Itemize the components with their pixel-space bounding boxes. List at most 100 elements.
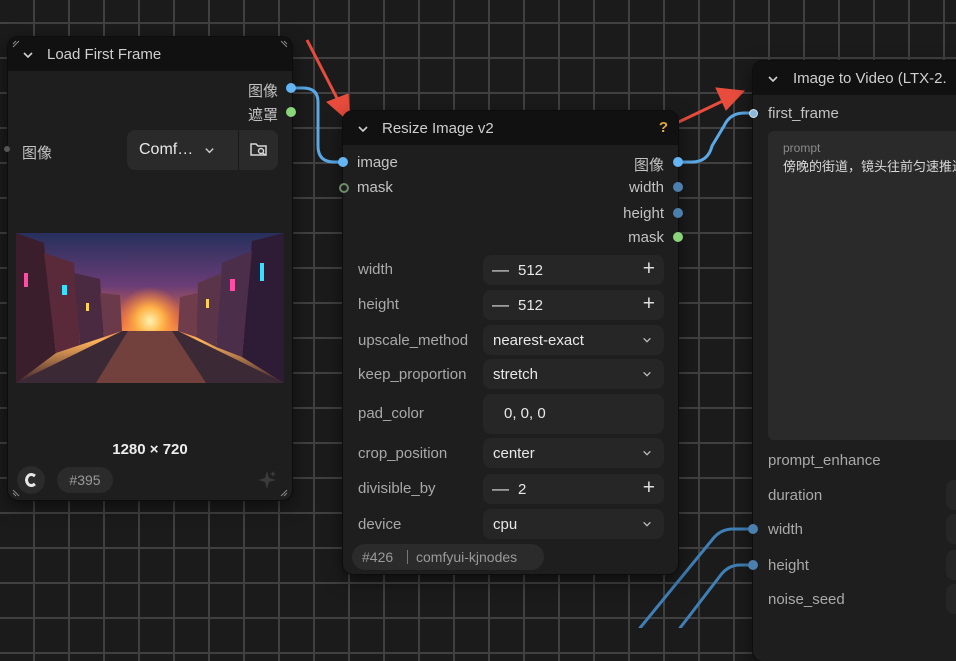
divisible-by-number-input[interactable]: — 2 + bbox=[483, 474, 664, 504]
resize-image-node[interactable]: Resize Image v2 ? image mask 图像 width he… bbox=[338, 111, 683, 574]
height-input[interactable] bbox=[946, 550, 956, 580]
resize-corner-icon[interactable] bbox=[12, 40, 20, 48]
preview-image bbox=[16, 233, 284, 383]
device-label: device bbox=[358, 516, 402, 533]
node-package: comfyui-kjnodes bbox=[416, 549, 518, 565]
output-label-mask: 遮罩 bbox=[247, 107, 278, 124]
input-socket-mask[interactable] bbox=[339, 183, 349, 193]
resize-corner-icon[interactable] bbox=[280, 40, 288, 48]
link-resize-to-video bbox=[677, 111, 755, 164]
pad-color-value: 0, 0, 0 bbox=[504, 405, 546, 422]
output-label-image: 图像 bbox=[633, 157, 664, 174]
prompt-enhance-label: prompt_enhance bbox=[768, 452, 881, 469]
output-socket-mask[interactable] bbox=[673, 232, 683, 242]
image-combo[interactable]: Comf… bbox=[127, 130, 278, 170]
collapse-chevron-icon[interactable] bbox=[357, 123, 369, 135]
node-id: #426 bbox=[362, 549, 394, 565]
crop-position-value: center bbox=[493, 445, 535, 462]
keep-proportion-value: stretch bbox=[493, 366, 539, 383]
input-socket-image[interactable] bbox=[338, 157, 348, 167]
input-socket-first-frame[interactable] bbox=[749, 109, 758, 118]
node-title: Image to Video (LTX-2. bbox=[793, 70, 947, 87]
noise-seed-input[interactable] bbox=[946, 584, 956, 614]
prompt-label: prompt bbox=[783, 141, 821, 155]
chevron-down-icon bbox=[643, 450, 651, 456]
decrement-icon[interactable]: — bbox=[492, 260, 509, 280]
output-socket-image[interactable] bbox=[673, 157, 683, 167]
prompt-text: 傍晚的街道，镜头往前匀速推进 bbox=[783, 159, 956, 174]
collapse-chevron-icon[interactable] bbox=[22, 49, 34, 61]
node-title: Resize Image v2 bbox=[382, 120, 494, 137]
chevron-down-icon bbox=[643, 521, 651, 527]
link-height-in bbox=[678, 563, 754, 628]
output-socket-height[interactable] bbox=[673, 208, 683, 218]
output-label-height: height bbox=[623, 205, 664, 222]
comfy-logo-icon[interactable] bbox=[17, 466, 45, 494]
output-label-width: width bbox=[628, 179, 664, 196]
keep-proportion-select[interactable]: stretch bbox=[483, 359, 664, 389]
node-title: Load First Frame bbox=[47, 46, 162, 63]
badge-divider bbox=[407, 550, 408, 564]
pad-color-label: pad_color bbox=[358, 405, 424, 422]
sparkle-icon[interactable] bbox=[256, 469, 278, 491]
image-size-label: 1280 × 720 bbox=[112, 441, 188, 458]
upscale-method-select[interactable]: nearest-exact bbox=[483, 325, 664, 355]
increment-icon[interactable]: + bbox=[643, 257, 655, 281]
duration-input[interactable] bbox=[946, 480, 956, 510]
upscale-method-label: upscale_method bbox=[358, 332, 469, 349]
crop-position-label: crop_position bbox=[358, 445, 448, 462]
node-header[interactable]: Load First Frame bbox=[8, 37, 292, 71]
duration-label: duration bbox=[768, 487, 823, 504]
width-number-input[interactable]: — 512 + bbox=[483, 255, 664, 285]
chevron-down-icon bbox=[643, 337, 651, 343]
width-input[interactable] bbox=[946, 514, 956, 544]
device-select[interactable]: cpu bbox=[483, 509, 664, 539]
decrement-icon[interactable]: — bbox=[492, 479, 509, 499]
input-label-mask: mask bbox=[357, 179, 393, 196]
upscale-method-value: nearest-exact bbox=[493, 332, 584, 349]
resize-corner-icon[interactable] bbox=[280, 489, 288, 497]
noise-seed-label: noise_seed bbox=[768, 591, 845, 608]
load-first-frame-node[interactable]: Load First Frame 图像 遮罩 图像 Comf… 1280 × 7… bbox=[4, 37, 296, 500]
prompt-textarea[interactable]: prompt 傍晚的街道，镜头往前匀速推进 bbox=[768, 131, 956, 440]
output-label-mask: mask bbox=[628, 229, 664, 246]
decrement-icon[interactable]: — bbox=[492, 295, 509, 315]
input-label-first-frame: first_frame bbox=[768, 105, 839, 122]
input-label-image: image bbox=[357, 154, 398, 171]
output-label-image: 图像 bbox=[247, 83, 278, 100]
input-socket-height[interactable] bbox=[748, 560, 758, 570]
height-label: height bbox=[768, 557, 809, 574]
keep-proportion-label: keep_proportion bbox=[358, 366, 467, 383]
chevron-down-icon bbox=[643, 371, 651, 377]
width-label: width bbox=[768, 521, 804, 538]
increment-icon[interactable]: + bbox=[643, 476, 655, 500]
image-to-video-node[interactable]: Image to Video (LTX-2. first_frame promp… bbox=[748, 61, 956, 661]
widget-input-socket[interactable] bbox=[4, 146, 10, 152]
image-combo-value: Comf… bbox=[139, 141, 194, 158]
image-widget-label: 图像 bbox=[22, 145, 53, 162]
resize-corner-icon[interactable] bbox=[12, 489, 20, 497]
node-header[interactable]: Resize Image v2 ? bbox=[343, 111, 678, 145]
input-socket-width[interactable] bbox=[748, 524, 758, 534]
node-header[interactable]: Image to Video (LTX-2. bbox=[753, 61, 956, 95]
output-socket-width[interactable] bbox=[673, 182, 683, 192]
device-value: cpu bbox=[493, 516, 518, 533]
crop-position-select[interactable]: center bbox=[483, 438, 664, 468]
combo-divider bbox=[238, 130, 239, 170]
width-value: 512 bbox=[518, 262, 544, 279]
increment-icon[interactable]: + bbox=[643, 292, 655, 316]
height-value: 512 bbox=[518, 297, 544, 314]
pad-color-input[interactable]: 0, 0, 0 bbox=[483, 394, 664, 434]
output-socket-image[interactable] bbox=[286, 83, 296, 93]
divisible-by-label: divisible_by bbox=[358, 480, 436, 497]
collapse-chevron-icon[interactable] bbox=[767, 73, 779, 85]
link-image-to-resize bbox=[289, 86, 345, 164]
height-label: height bbox=[358, 296, 399, 313]
output-socket-mask[interactable] bbox=[286, 107, 296, 117]
node-info-badge: #426 comfyui-kjnodes bbox=[352, 544, 544, 570]
height-number-input[interactable]: — 512 + bbox=[483, 290, 664, 320]
help-icon[interactable]: ? bbox=[659, 119, 668, 136]
folder-search-icon[interactable] bbox=[249, 141, 269, 159]
divisible-by-value: 2 bbox=[518, 481, 527, 498]
chevron-down-icon bbox=[205, 148, 214, 154]
